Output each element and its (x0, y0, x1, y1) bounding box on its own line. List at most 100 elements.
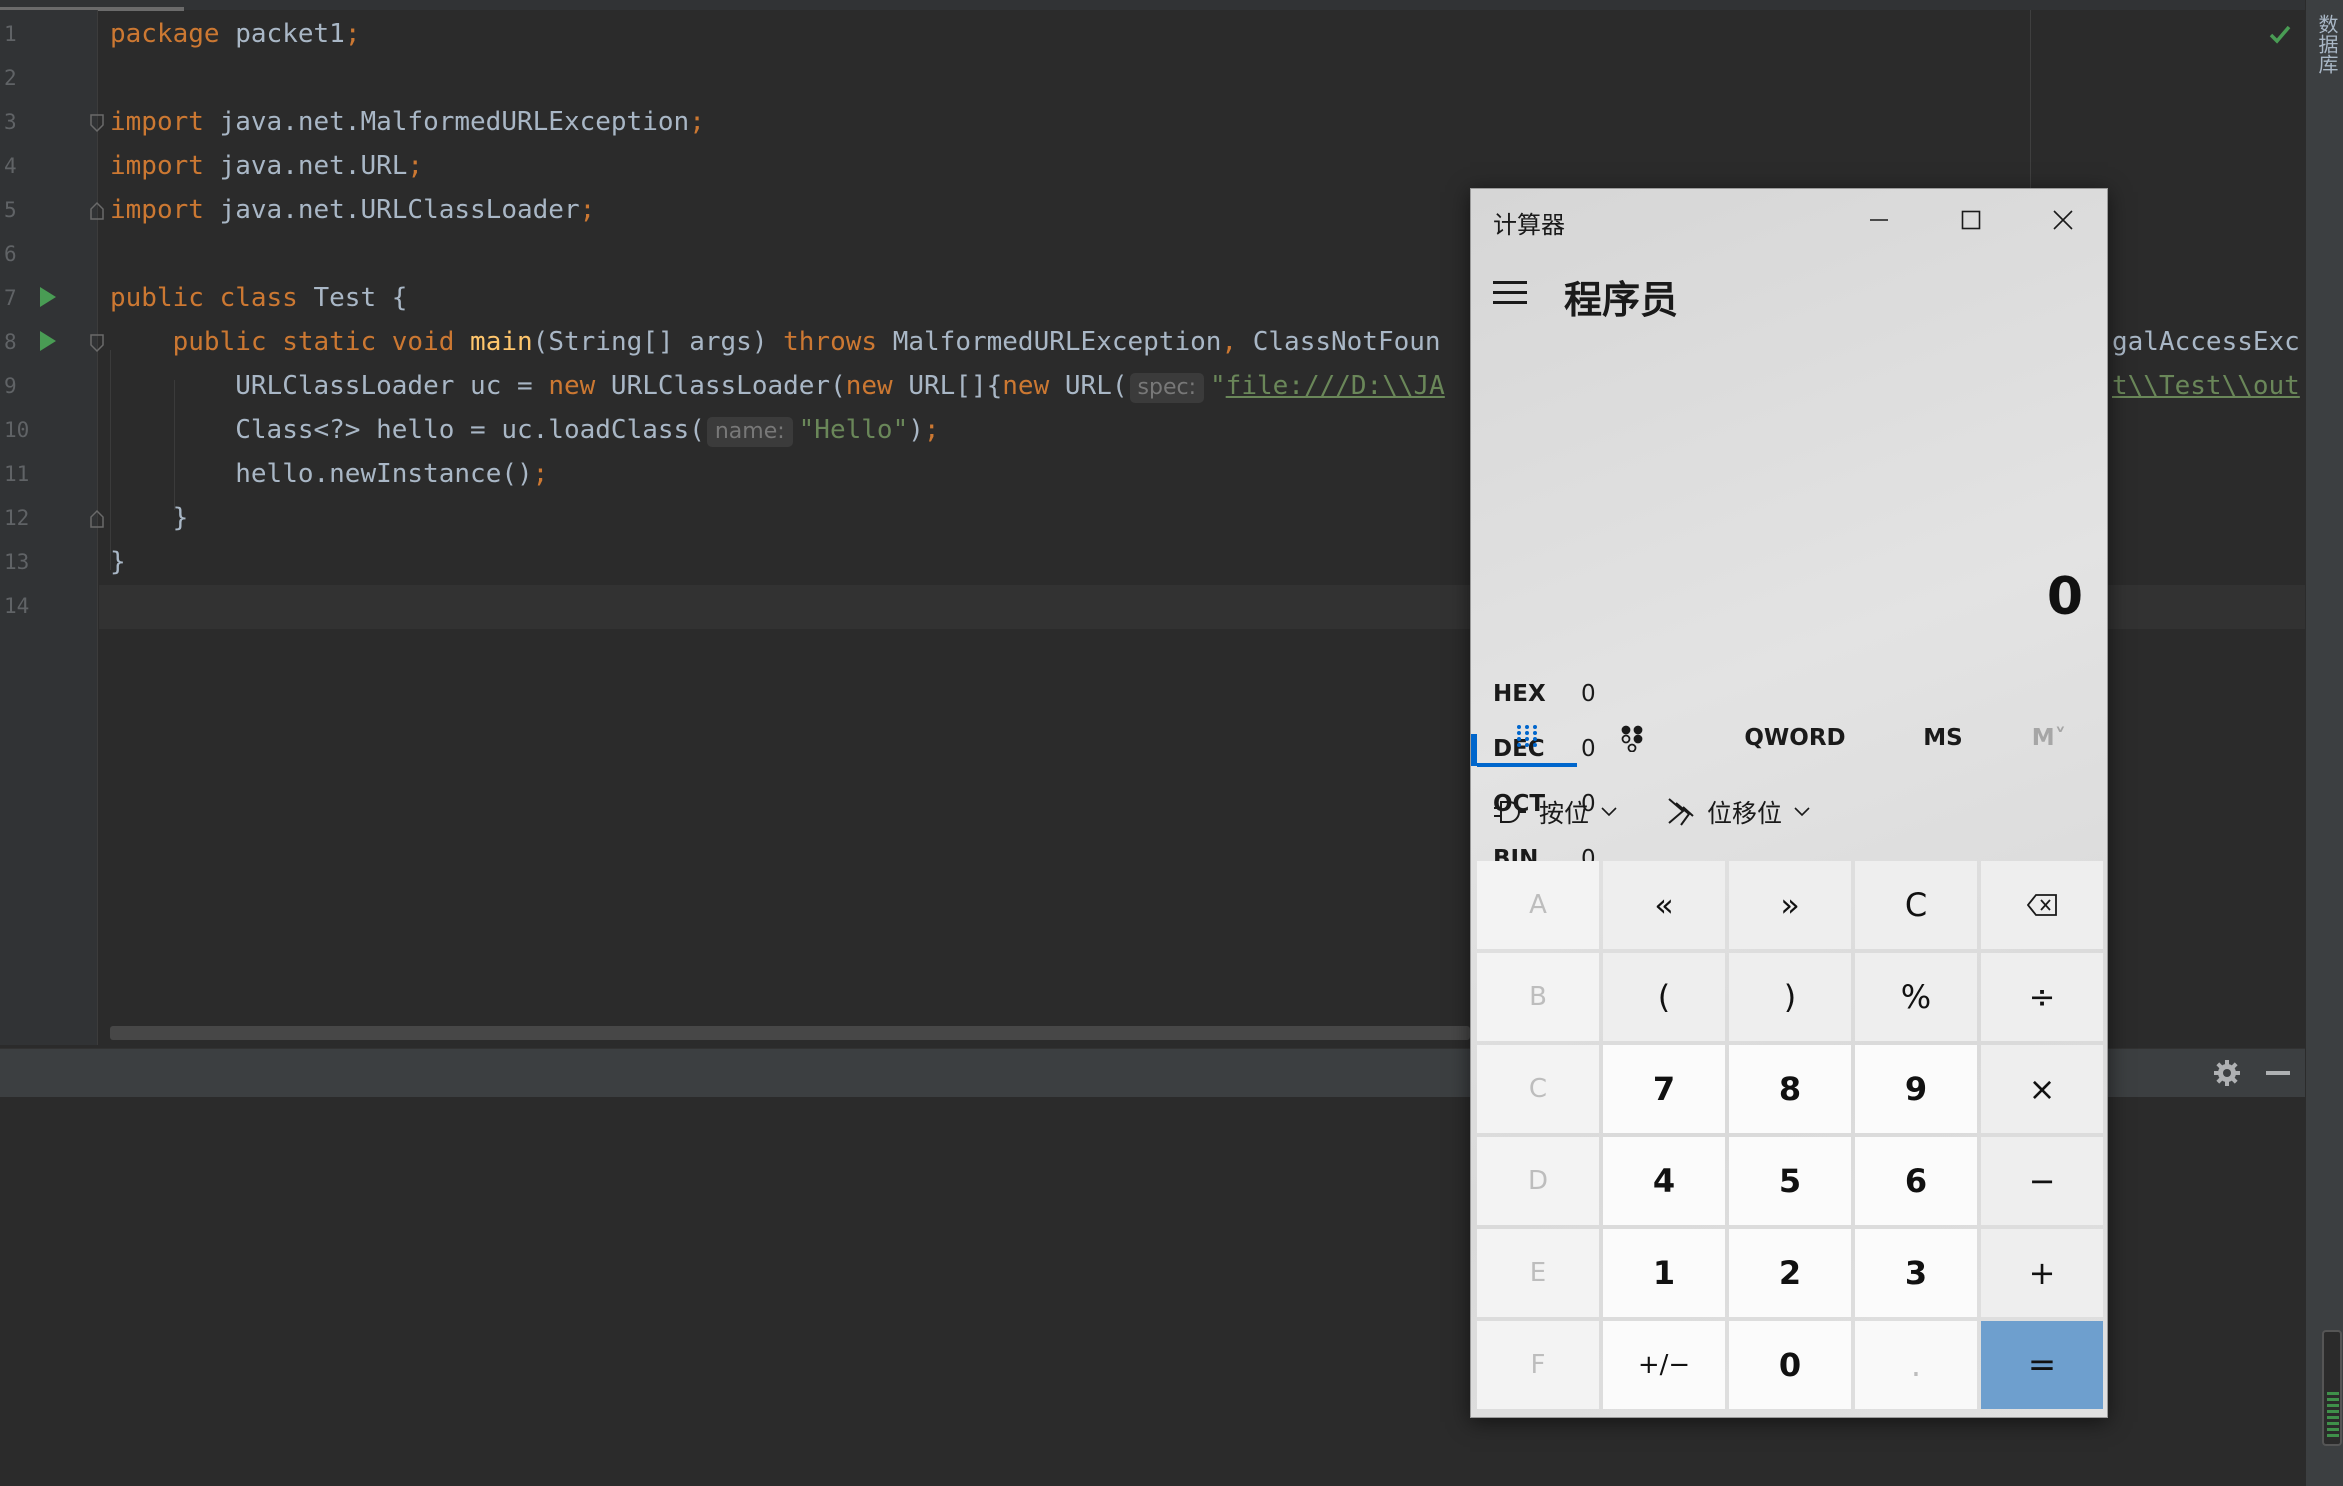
calculator-titlebar[interactable]: 计算器 (1471, 189, 2107, 251)
keyword: public class (110, 283, 298, 313)
key-B[interactable]: B (1477, 953, 1599, 1041)
maximize-icon (1961, 210, 1981, 230)
full-keypad-tab[interactable] (1477, 709, 1577, 767)
memory-indicator[interactable] (2322, 1330, 2342, 1446)
keyword: public static void (172, 327, 455, 357)
mode-title: 程序员 (1564, 278, 1679, 322)
key-2[interactable]: 2 (1729, 1229, 1851, 1317)
menu-icon[interactable] (1493, 281, 1527, 305)
comma: , (1221, 327, 1238, 357)
bitshift-icon (1668, 798, 1694, 826)
logic-gate-icon (1494, 801, 1526, 823)
semicolon: ; (407, 151, 424, 181)
key-subtract[interactable]: − (1981, 1137, 2103, 1225)
key-left-shift[interactable]: « (1603, 861, 1725, 949)
keypad-tabs: QWORD MS M˅ (1477, 709, 2103, 767)
backspace-icon (2027, 894, 2057, 916)
keyword: new (548, 371, 596, 401)
radix-value: 0 (1581, 681, 1596, 707)
keyword: import (110, 151, 204, 181)
code-line-10: Class<?> hello = uc.loadClass(name: "Hell… (110, 414, 940, 447)
key-divide[interactable]: ÷ (1981, 953, 2103, 1041)
key-negate[interactable]: +/− (1603, 1321, 1725, 1409)
minimize-button[interactable] (1833, 189, 1925, 251)
key-E[interactable]: E (1477, 1229, 1599, 1317)
bit-toggle-keypad-tab[interactable] (1583, 709, 1683, 767)
code-text: URL( (1049, 371, 1128, 401)
url-string[interactable]: file:///D:\\JA (1226, 371, 1445, 401)
maximize-button[interactable] (1925, 189, 2017, 251)
menu-icon-line (1493, 291, 1527, 294)
keypad: A « » C B ( ) % ÷ C 7 8 9 × D 4 5 6 − E … (1477, 861, 2103, 1413)
code-text: URLClassLoader( (595, 371, 846, 401)
menu-icon-line (1493, 281, 1527, 284)
bitwise-dropdown[interactable]: 按位 (1493, 779, 1617, 845)
key-left-paren[interactable]: ( (1603, 953, 1725, 1041)
keyword: import (110, 195, 204, 225)
semicolon: ; (689, 107, 705, 137)
code-text: packet1 (219, 19, 345, 49)
word-size-button[interactable]: QWORD (1697, 709, 1893, 767)
key-4[interactable]: 4 (1603, 1137, 1725, 1225)
code-line-3: import java.net.MalformedURLException; (110, 106, 705, 138)
key-clear[interactable]: C (1855, 861, 1977, 949)
keypad-icon (1517, 725, 1537, 747)
calculator-window: 计算器 程序员 0 HEX 0 DEC 0 OCT 0 BIN 0 QWORD … (1470, 188, 2108, 1418)
key-multiply[interactable]: × (1981, 1045, 2103, 1133)
horizontal-scrollbar[interactable] (110, 1026, 1470, 1040)
chevron-down-icon (1601, 807, 1617, 817)
code-text: java.net.MalformedURLException (203, 107, 690, 137)
parameter-hint: name: (706, 417, 793, 447)
bitshift-dropdown[interactable]: 位移位 (1667, 779, 1810, 845)
database-tool-tab[interactable]: 数据库 (2306, 14, 2342, 74)
gear-icon[interactable] (2212, 1058, 2242, 1088)
key-F[interactable]: F (1477, 1321, 1599, 1409)
key-backspace[interactable] (1981, 861, 2103, 949)
display-value: 0 (2046, 567, 2083, 627)
key-1[interactable]: 1 (1603, 1229, 1725, 1317)
bit-operations-row: 按位 位移位 (1477, 779, 2103, 845)
close-button[interactable] (2017, 189, 2107, 251)
keyword: new (1002, 371, 1050, 401)
code-text: java.net.URL (203, 151, 408, 181)
bit-toggle-icon (1621, 725, 1643, 752)
key-C-hex[interactable]: C (1477, 1045, 1599, 1133)
code-text: (String[] args) (532, 327, 784, 357)
keyword: package (110, 19, 220, 49)
key-decimal[interactable]: . (1855, 1321, 1977, 1409)
meter-bar (2327, 1404, 2339, 1407)
key-5[interactable]: 5 (1729, 1137, 1851, 1225)
code-text: ) (908, 415, 924, 445)
key-right-paren[interactable]: ) (1729, 953, 1851, 1041)
key-7[interactable]: 7 (1603, 1045, 1725, 1133)
key-equals[interactable]: = (1981, 1321, 2103, 1409)
key-3[interactable]: 3 (1855, 1229, 1977, 1317)
key-6[interactable]: 6 (1855, 1137, 1977, 1225)
semicolon: ; (923, 415, 940, 445)
key-8[interactable]: 8 (1729, 1045, 1851, 1133)
code-text: hello.newInstance() (235, 459, 533, 489)
inspection-ok-icon[interactable] (2268, 22, 2292, 46)
url-string[interactable]: t\\Test\\out (2112, 371, 2300, 401)
keyword: new (845, 371, 893, 401)
code-line-13: } (110, 546, 126, 578)
key-9[interactable]: 9 (1855, 1045, 1977, 1133)
key-add[interactable]: + (1981, 1229, 2103, 1317)
memory-list-button[interactable]: M˅ (1999, 709, 2099, 767)
code-line-1: package packet1; (110, 18, 360, 50)
key-D[interactable]: D (1477, 1137, 1599, 1225)
key-right-shift[interactable]: » (1729, 861, 1851, 949)
hide-tool-window-icon[interactable] (2266, 1071, 2290, 1075)
key-modulo[interactable]: % (1855, 953, 1977, 1041)
key-0[interactable]: 0 (1729, 1321, 1851, 1409)
meter-bar (2327, 1398, 2339, 1401)
window-title: 计算器 (1493, 211, 1565, 239)
string-quote: " (1210, 371, 1226, 401)
memory-store-button[interactable]: MS (1893, 709, 1993, 767)
key-A[interactable]: A (1477, 861, 1599, 949)
